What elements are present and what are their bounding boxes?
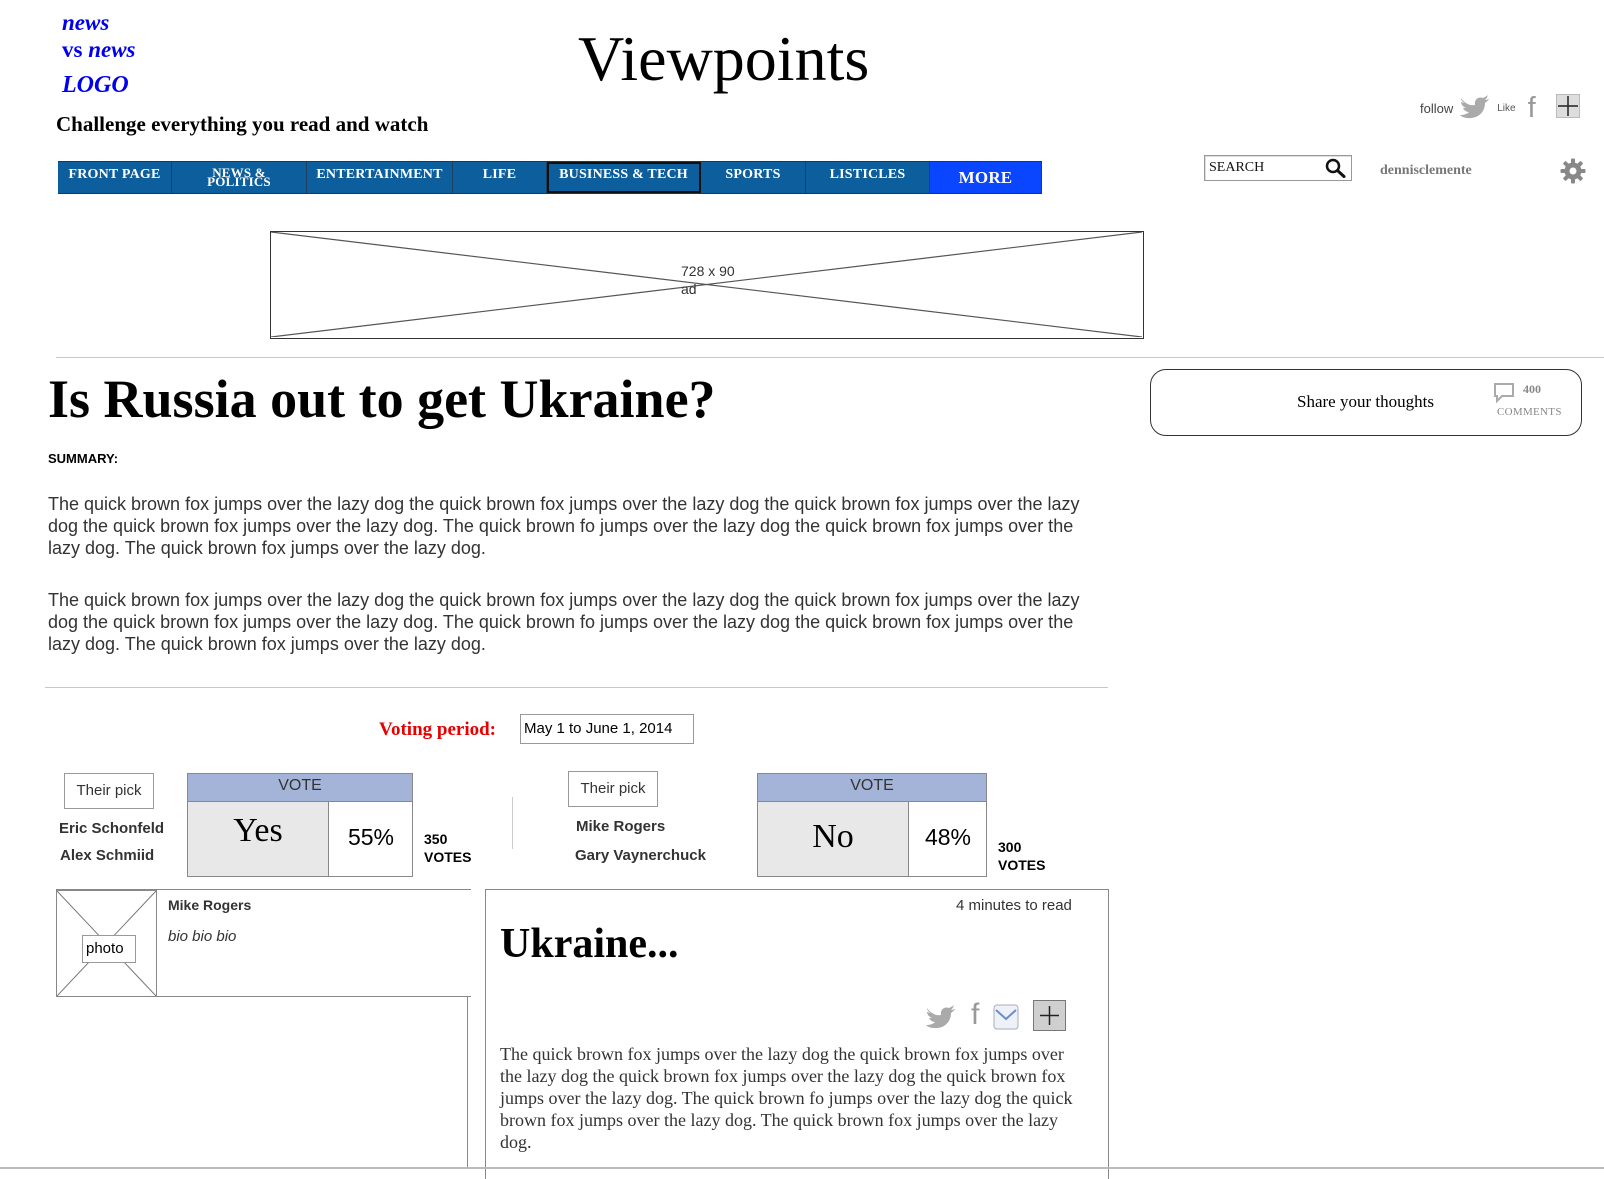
vote-card-no: VOTE No 48% xyxy=(757,773,987,877)
article-share-icons: f xyxy=(925,1000,1067,1036)
ad-banner[interactable]: 728 x 90 ad xyxy=(270,231,1144,339)
no-pick-name-2: Gary Vaynerchuck xyxy=(575,847,706,864)
divider-middle xyxy=(45,687,1108,688)
vote-divider xyxy=(512,797,513,849)
nav-news-politics-label: NEWS & POLITICS xyxy=(207,165,271,189)
facebook-icon[interactable]: f xyxy=(1528,94,1536,123)
logo-news[interactable]: news xyxy=(62,10,109,36)
choice-no[interactable]: No xyxy=(758,802,909,876)
logo-vs-news[interactable]: vs news xyxy=(62,37,136,63)
author-photo[interactable]: photo xyxy=(56,890,157,997)
yes-pick-name-2: Alex Schmiid xyxy=(60,847,155,864)
choice-yes[interactable]: Yes xyxy=(188,802,329,876)
logo-text[interactable]: LOGO xyxy=(62,72,129,99)
voting-period-value: May 1 to June 1, 2014 xyxy=(520,714,694,744)
gear-icon[interactable] xyxy=(1560,158,1586,189)
nav-front-page[interactable]: FRONT PAGE xyxy=(58,162,172,193)
read-time: 4 minutes to read xyxy=(956,897,1072,914)
percent-no: 48% xyxy=(924,824,972,850)
divider-top xyxy=(56,357,1604,358)
search-icon[interactable] xyxy=(1325,158,1347,183)
photo-label: photo xyxy=(82,935,136,963)
summary-label: SUMMARY: xyxy=(48,451,119,466)
nav-news-politics[interactable]: NEWS & POLITICS xyxy=(172,162,307,193)
nav-sports[interactable]: SPORTS xyxy=(701,162,806,193)
like-label[interactable]: Like xyxy=(1497,103,1515,114)
page-bottom-divider xyxy=(0,1167,1604,1169)
site-title[interactable]: Viewpoints xyxy=(578,22,869,96)
nav-listicles[interactable]: LISTICLES xyxy=(806,162,930,193)
article-left-border xyxy=(467,997,468,1167)
ad-label: 728 x 90 ad xyxy=(681,263,735,297)
op-ed-title: Ukraine... xyxy=(500,921,679,967)
search-input[interactable]: SEARCH xyxy=(1204,155,1352,181)
votes-count-no: 300 VOTES xyxy=(998,839,1046,873)
tagline: Challenge everything you read and watch xyxy=(56,112,429,136)
comment-label: COMMENTS xyxy=(1497,406,1562,418)
votes-count-yes: 350 VOTES xyxy=(424,831,472,865)
voting-period-label: Voting period: xyxy=(379,719,497,740)
author-bio-text: bio bio bio xyxy=(168,928,237,945)
logo-news-italic: news xyxy=(88,37,136,62)
vote-card-yes: VOTE Yes 55% xyxy=(187,773,413,877)
twitter-share-icon[interactable] xyxy=(925,1002,957,1035)
vote-button-yes[interactable]: VOTE xyxy=(188,774,412,802)
twitter-icon[interactable] xyxy=(1459,92,1491,125)
nav-entertainment[interactable]: ENTERTAINMENT xyxy=(307,162,453,193)
username-link[interactable]: dennisclemente xyxy=(1380,163,1472,179)
op-ed-body: The quick brown fox jumps over the lazy … xyxy=(500,1044,1073,1152)
share-plus-icon[interactable] xyxy=(1555,94,1580,123)
nav-business-tech[interactable]: BUSINESS & TECH xyxy=(547,162,701,193)
add-share-icon[interactable] xyxy=(1033,1000,1067,1036)
main-nav: FRONT PAGE NEWS & POLITICS ENTERTAINMENT … xyxy=(58,161,1042,194)
social-follow-row: follow Like f xyxy=(1420,92,1580,125)
their-pick-button-yes[interactable]: Their pick xyxy=(64,773,154,809)
their-pick-button-no[interactable]: Their pick xyxy=(568,771,658,807)
logo-vs: vs xyxy=(62,37,89,62)
summary-paragraph-1: The quick brown fox jumps over the lazy … xyxy=(48,494,1080,558)
nav-life[interactable]: LIFE xyxy=(453,162,547,193)
facebook-share-icon[interactable]: f xyxy=(971,1000,979,1030)
percent-yes: 55% xyxy=(347,824,395,850)
search-placeholder: SEARCH xyxy=(1209,160,1265,175)
follow-label: follow xyxy=(1420,101,1454,116)
share-thoughts-box[interactable]: Share your thoughts 400 COMMENTS xyxy=(1150,369,1582,436)
nav-more[interactable]: MORE xyxy=(930,162,1042,193)
vote-button-no[interactable]: VOTE xyxy=(758,774,986,802)
email-share-icon[interactable] xyxy=(993,1001,1019,1036)
no-pick-name-1: Mike Rogers xyxy=(576,818,666,835)
comment-count[interactable]: 400 xyxy=(1523,382,1541,397)
author-name[interactable]: Mike Rogers xyxy=(168,897,251,913)
article-headline: Is Russia out to get Ukraine? xyxy=(48,369,716,429)
share-thoughts-label: Share your thoughts xyxy=(1297,392,1434,411)
summary-paragraph-2: The quick brown fox jumps over the lazy … xyxy=(48,590,1080,654)
comment-icon[interactable] xyxy=(1493,382,1515,409)
yes-pick-name-1: Eric Schonfeld xyxy=(59,820,165,837)
